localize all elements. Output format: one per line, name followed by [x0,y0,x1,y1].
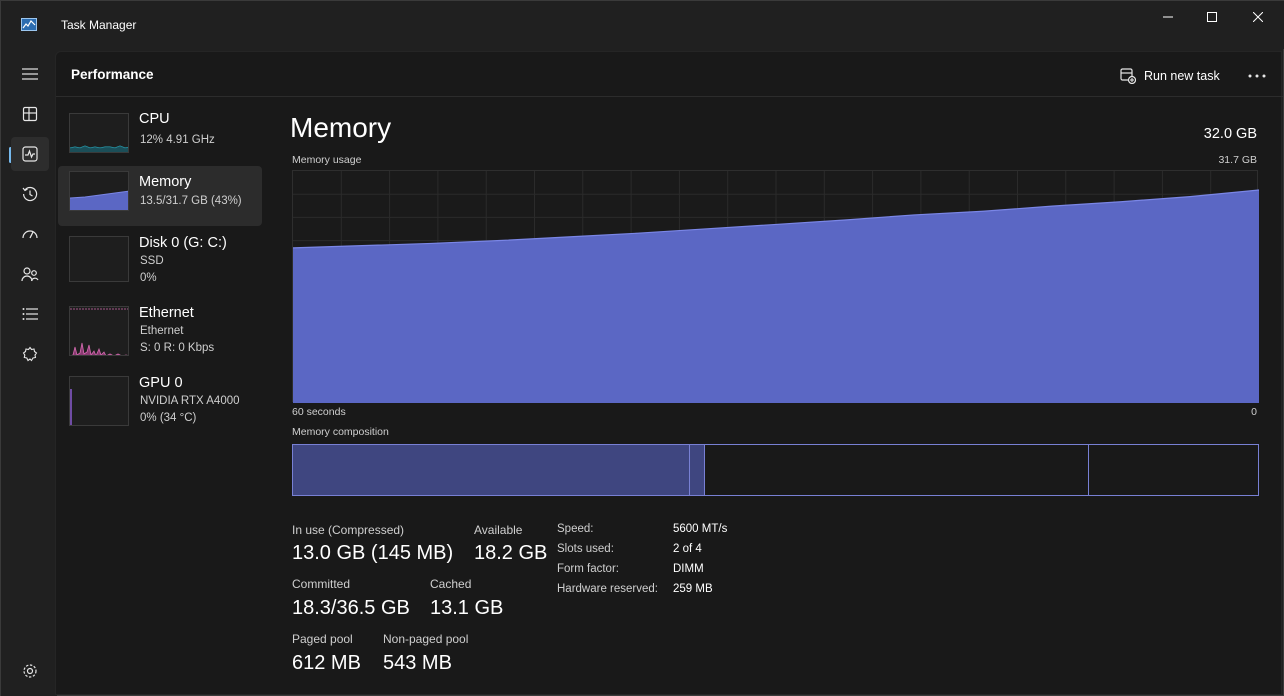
memory-usage-graph [292,170,1260,403]
cached-label: Cached [430,577,472,591]
title-bar: Task Manager [1,1,1284,49]
nav-settings[interactable] [11,654,49,688]
more-options-icon [1248,74,1266,78]
speed-value: 5600 MT/s [673,523,728,535]
minimize-icon [1163,16,1173,18]
device-cpu[interactable]: CPU 12% 4.91 GHz [58,109,262,169]
non-paged-pool-value: 543 MB [383,652,452,674]
window-title: Task Manager [61,18,137,32]
device-name: GPU 0 [139,375,183,391]
gpu-thumbnail-graph [69,376,129,426]
memory-total: 32.0 GB [1203,126,1257,142]
paged-pool-value: 612 MB [292,652,361,674]
device-detail: Ethernet [140,325,184,337]
nav-app-history[interactable] [11,177,49,211]
memory-usage-max: 31.7 GB [1218,154,1257,166]
performance-icon [22,146,38,162]
device-detail: SSD [140,255,164,267]
hardware-reserved-value: 259 MB [673,583,713,595]
nav-details[interactable] [11,297,49,331]
device-disk[interactable]: Disk 0 (G: C:) SSD 0% [58,233,262,293]
hardware-reserved-label: Hardware reserved: [557,583,658,595]
run-new-task-label: Run new task [1144,69,1220,83]
device-utilization: 0% (34 °C) [140,412,197,424]
paged-pool-label: Paged pool [292,632,353,646]
composition-modified [689,445,704,495]
memory-composition-label: Memory composition [292,426,389,438]
available-value: 18.2 GB [474,542,548,564]
details-icon [22,308,38,320]
speed-label: Speed: [557,523,594,535]
nav-services[interactable] [11,337,49,371]
form-factor-label: Form factor: [557,563,619,575]
page-header: Performance Run new task [56,52,1283,97]
composition-standby [704,445,1088,495]
cached-value: 13.1 GB [430,597,504,619]
committed-value: 18.3/36.5 GB [292,597,410,619]
page-title: Performance [71,67,154,82]
in-use-value: 13.0 GB (145 MB) [292,542,454,564]
committed-label: Committed [292,577,351,591]
cpu-thumbnail-graph [69,113,129,153]
available-label: Available [474,523,523,537]
minimize-button[interactable] [1145,1,1191,33]
run-new-task-icon [1120,68,1136,84]
more-options-button[interactable] [1246,65,1268,87]
services-icon [22,346,38,362]
device-name: Disk 0 (G: C:) [139,235,227,251]
ethernet-thumbnail-graph [69,306,129,356]
hamburger-menu-button[interactable] [11,57,49,91]
memory-usage-label: Memory usage [292,154,362,166]
slots-used-value: 2 of 4 [673,543,702,555]
memory-title: Memory [290,112,392,143]
device-gpu[interactable]: GPU 0 NVIDIA RTX A4000 0% (34 °C) [58,373,262,433]
nav-performance[interactable] [11,137,49,171]
memory-usage-chart [292,171,1260,403]
maximize-icon [1207,12,1217,22]
device-memory[interactable]: Memory 13.5/31.7 GB (43%) [58,166,262,226]
navigation-rail [1,49,57,696]
device-detail: NVIDIA RTX A4000 [140,395,240,407]
memory-thumbnail-graph [69,171,129,211]
processes-icon [22,106,38,122]
device-name: Memory [139,174,192,190]
device-detail: 12% 4.91 GHz [140,134,215,146]
device-utilization: 0% [140,272,157,284]
graph-time-left: 60 seconds [292,406,346,418]
device-ethernet[interactable]: Ethernet Ethernet S: 0 R: 0 Kbps [58,303,262,363]
startup-apps-icon [22,230,38,239]
nav-users[interactable] [11,257,49,291]
composition-free [1088,445,1258,495]
non-paged-pool-label: Non-paged pool [383,632,469,646]
run-new-task-button[interactable]: Run new task [1120,66,1220,86]
task-manager-window: Task Manager Performance Run new task CP… [0,0,1284,696]
slots-used-label: Slots used: [557,543,614,555]
users-icon [21,267,39,282]
device-detail: 13.5/31.7 GB (43%) [140,195,242,207]
graph-time-right: 0 [1251,406,1257,418]
maximize-button[interactable] [1189,1,1235,33]
hamburger-menu-icon [22,68,38,80]
task-manager-app-icon [21,18,37,31]
app-history-icon [22,186,38,202]
in-use-label: In use (Compressed) [292,523,405,537]
device-throughput: S: 0 R: 0 Kbps [140,342,215,354]
form-factor-value: DIMM [673,563,704,575]
device-name: CPU [139,111,170,127]
nav-startup-apps[interactable] [11,217,49,251]
memory-composition-bar [292,444,1259,496]
disk-thumbnail-graph [69,236,129,282]
close-button[interactable] [1235,1,1281,33]
performance-content: Performance Run new task CPU 12% 4.91 GH… [55,51,1283,695]
nav-processes[interactable] [11,97,49,131]
settings-icon [23,664,37,678]
composition-in-use [293,445,689,495]
close-icon [1253,12,1263,22]
device-name: Ethernet [139,305,194,321]
